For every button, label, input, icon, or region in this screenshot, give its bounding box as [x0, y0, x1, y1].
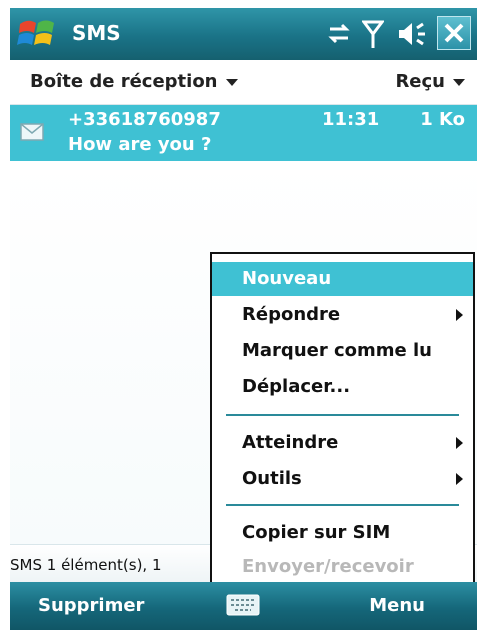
chevron-down-icon	[453, 78, 465, 86]
message-list-item[interactable]: +33618760987 11:31 1 Ko How are you ?	[10, 105, 477, 161]
signal-icon[interactable]	[362, 18, 384, 50]
chevron-down-icon	[225, 78, 238, 86]
close-icon	[444, 23, 464, 43]
menu-item-nouveau[interactable]: Nouveau	[212, 262, 473, 296]
connectivity-icon[interactable]	[326, 18, 352, 50]
close-button[interactable]	[437, 16, 471, 50]
message-sender: +33618760987	[68, 109, 221, 130]
message-preview: How are you ?	[68, 134, 212, 155]
sort-dropdown[interactable]: Reçu	[395, 71, 465, 92]
keyboard-icon[interactable]	[226, 594, 260, 616]
context-menu: Nouveau Répondre Marquer comme lu Déplac…	[210, 252, 475, 586]
windows-start-icon[interactable]	[16, 14, 58, 54]
menu-item-label: Marquer comme lu	[242, 340, 432, 361]
folder-dropdown[interactable]: Boîte de réception	[30, 71, 238, 92]
menu-item-repondre[interactable]: Répondre	[212, 298, 473, 332]
menu-item-atteindre[interactable]: Atteindre	[212, 426, 473, 460]
menu-item-label: Atteindre	[242, 432, 339, 453]
list-header: Boîte de réception Reçu	[10, 60, 477, 105]
softkey-menu[interactable]: Menu	[369, 595, 425, 616]
softkey-bar: Supprimer Menu	[10, 582, 477, 630]
menu-item-marquer-comme-lu[interactable]: Marquer comme lu	[212, 334, 473, 368]
volume-icon[interactable]	[396, 18, 428, 50]
sms-app-window: SMS Boîte de réception Reçu +33618760987…	[10, 8, 477, 630]
menu-item-label: Envoyer/recevoir	[242, 556, 414, 577]
menu-item-label: Outils	[242, 468, 302, 489]
menu-item-deplacer[interactable]: Déplacer...	[212, 370, 473, 404]
title-bar: SMS	[10, 8, 477, 60]
message-time: 11:31	[322, 109, 380, 130]
submenu-arrow-icon	[456, 309, 463, 321]
menu-item-label: Répondre	[242, 304, 341, 325]
envelope-icon	[20, 123, 44, 141]
menu-item-label: Déplacer...	[242, 376, 351, 397]
menu-separator	[226, 414, 459, 416]
submenu-arrow-icon	[456, 437, 463, 449]
menu-item-label: Copier sur SIM	[242, 522, 391, 543]
menu-item-envoyer-recevoir: Envoyer/recevoir	[212, 550, 473, 584]
message-size: 1 Ko	[420, 109, 465, 130]
submenu-arrow-icon	[456, 473, 463, 485]
status-text: SMS 1 élément(s), 1	[10, 556, 162, 574]
menu-separator	[226, 504, 459, 506]
menu-item-copier-sur-sim[interactable]: Copier sur SIM	[212, 516, 473, 550]
folder-label: Boîte de réception	[30, 71, 218, 92]
menu-item-outils[interactable]: Outils	[212, 462, 473, 496]
sort-label: Reçu	[395, 71, 445, 92]
app-title: SMS	[72, 21, 121, 45]
softkey-supprimer[interactable]: Supprimer	[38, 595, 144, 616]
menu-item-label: Nouveau	[242, 268, 332, 289]
